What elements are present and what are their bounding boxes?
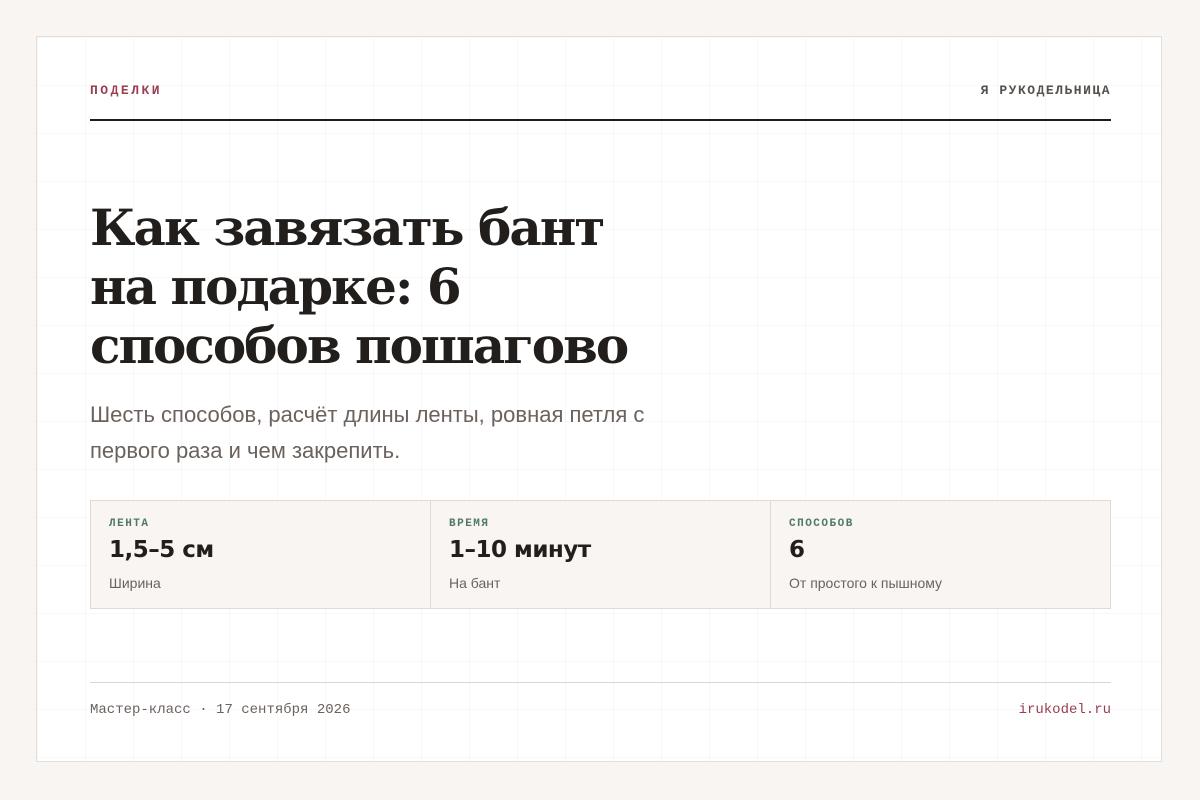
title-line: способов пошагово [90,316,629,375]
article-title: Как завязать бант на подарке: 6 способов п… [90,198,690,375]
publish-date: 17 сентября 2026 [216,702,351,718]
category-label[interactable]: ПОДЕЛКИ [90,83,162,98]
brand-name[interactable]: Я РУКОДЕЛЬНИЦА [981,83,1111,98]
article-subtitle: Шесть способов, расчёт длины ленты, ровн… [90,397,730,469]
stat-time: ВРЕМЯ 1–10 минут На бант [431,501,771,608]
stat-label: ВРЕМЯ [449,518,490,530]
stat-methods: СПОСОБОВ 6 От простого к пышному [771,501,1110,608]
title-line: на подарке: 6 [90,257,462,316]
article-card: ПОДЕЛКИ Я РУКОДЕЛЬНИЦА Как завязать бант… [36,36,1162,762]
subtitle-line: Шесть способов, расчёт длины ленты, ровн… [90,402,645,427]
stat-value: 1–10 минут [449,537,591,563]
stat-note: Ширина [109,575,161,591]
stat-note: На бант [449,575,501,591]
footer-meta: Мастер-класс · 17 сентября 2026 [90,702,350,718]
card-content: ПОДЕЛКИ Я РУКОДЕЛЬНИЦА Как завязать бант… [90,37,1111,761]
footer: Мастер-класс · 17 сентября 2026 irukodel… [90,682,1111,718]
stats-panel: ЛЕНТА 1,5–5 см Ширина ВРЕМЯ 1–10 минут Н… [90,500,1111,609]
meta-separator: · [199,702,208,718]
stat-label: ЛЕНТА [109,518,150,530]
article-type: Мастер-класс [90,702,191,718]
stat-label: СПОСОБОВ [789,518,854,530]
title-line: Как завязать бант [90,198,605,257]
subtitle-line: первого раза и чем закрепить. [90,438,401,463]
top-bar: ПОДЕЛКИ Я РУКОДЕЛЬНИЦА [90,83,1111,121]
site-link[interactable]: irukodel.ru [1019,702,1111,718]
stat-value: 6 [789,537,805,563]
stat-ribbon: ЛЕНТА 1,5–5 см Ширина [91,501,431,608]
stat-value: 1,5–5 см [109,537,214,563]
stat-note: От простого к пышному [789,575,943,591]
